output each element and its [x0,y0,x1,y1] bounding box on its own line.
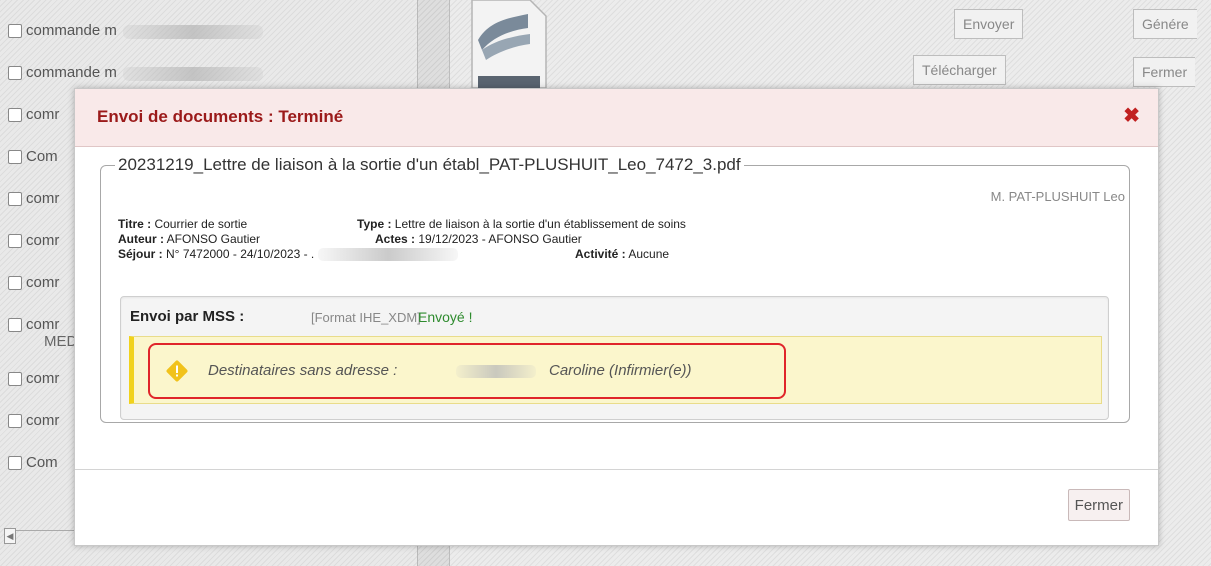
list-item[interactable]: commande m [8,22,408,64]
warning-recipient: Caroline (Infirmier(e)) [549,362,692,379]
checkbox[interactable] [8,318,22,332]
fermer-background-button[interactable]: Fermer [1133,57,1196,87]
list-item-label: comr [26,316,60,333]
checkbox[interactable] [8,66,22,80]
meta-actes-value: 19/12/2023 - AFONSO Gautier [418,232,582,246]
meta-activite-value: Aucune [628,247,670,261]
meta-titre-label: Titre : [118,217,152,231]
checkbox[interactable] [8,234,22,248]
meta-titre: Titre : Courrier de sortie [118,217,247,231]
redacted-text [317,248,458,262]
list-item-label: comr [26,106,60,123]
checkbox[interactable] [8,414,22,428]
meta-type-value: Lettre de liaison à la sortie d'un établ… [394,217,686,231]
meta-sejour: Séjour : N° 7472000 - 24/10/2023 - . [118,247,458,262]
redacted-text [456,365,536,378]
mss-format: [Format IHE_XDM] [311,310,421,325]
mss-title: Envoi par MSS : [130,308,245,325]
checkbox[interactable] [8,372,22,386]
checkbox[interactable] [8,150,22,164]
warning-message: Destinataires sans adresse : Caroline (I… [129,336,1102,404]
checkbox[interactable] [8,456,22,470]
list-item-label: comr [26,232,60,249]
list-item-label: comr [26,370,60,387]
meta-activite-label: Activité : [575,247,626,261]
meta-sejour-value: N° 7472000 - 24/10/2023 - . [166,247,315,261]
warning-diamond-icon [166,360,188,382]
envoyer-button[interactable]: Envoyer [954,9,1024,39]
close-button[interactable]: Fermer [1067,489,1130,521]
checkbox[interactable] [8,108,22,122]
telecharger-button[interactable]: Télécharger [913,55,1006,85]
meta-activite: Activité : Aucune [575,247,669,261]
list-item-label: comr [26,274,60,291]
meta-actes-label: Actes : [375,232,416,246]
meta-type: Type : Lettre de liaison à la sortie d'u… [357,217,686,231]
meta-auteur: Auteur : AFONSO Gautier [118,232,260,246]
mss-status: Envoyé ! [418,309,473,325]
dialog-header: Envoi de documents : Terminé ✖ [75,89,1158,147]
generer-button[interactable]: Génére [1133,9,1197,39]
checkbox[interactable] [8,192,22,206]
list-item-label: comr [26,190,60,207]
list-item-label: Com [26,148,58,165]
list-item-label: commande m [26,64,117,81]
checkbox[interactable] [8,276,22,290]
meta-auteur-value: AFONSO Gautier [166,232,261,246]
meta-actes: Actes : 19/12/2023 - AFONSO Gautier [375,232,582,246]
patient-name: M. PAT-PLUSHUIT Leo [990,189,1125,204]
dialog-title: Envoi de documents : Terminé [97,107,344,126]
list-item-label: Com [26,454,58,471]
list-item-label: comr [26,412,60,429]
list-item-label: commande m [26,22,117,39]
footer-divider [75,469,1158,470]
warning-label: Destinataires sans adresse : [208,362,398,379]
list-item-sublabel: MED [44,333,78,350]
checkbox[interactable] [8,24,22,38]
close-icon[interactable]: ✖ [1123,106,1140,126]
document-filename: 20231219_Lettre de liaison à la sortie d… [118,155,741,174]
meta-titre-value: Courrier de sortie [154,217,248,231]
document-fieldset: 20231219_Lettre de liaison à la sortie d… [100,155,1130,423]
mss-send-panel: Envoi par MSS : [Format IHE_XDM] Envoyé … [120,296,1109,420]
meta-type-label: Type : [357,217,392,231]
scroll-left-icon[interactable]: ◀ [4,528,16,544]
pdf-file-icon[interactable] [470,0,548,88]
send-documents-dialog: Envoi de documents : Terminé ✖ 20231219_… [74,88,1159,546]
meta-sejour-label: Séjour : [118,247,163,261]
meta-auteur-label: Auteur : [118,232,164,246]
